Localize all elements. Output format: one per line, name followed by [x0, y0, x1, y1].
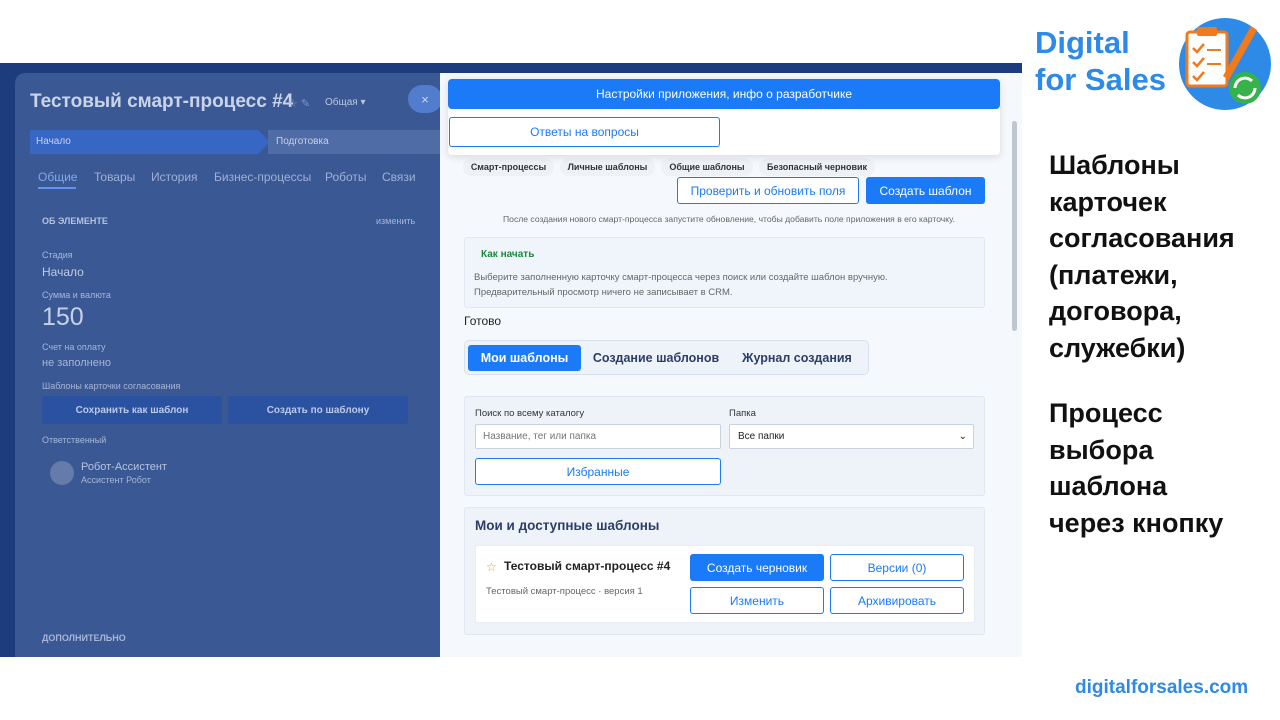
search-input[interactable] [475, 424, 721, 449]
tab-create-templates[interactable]: Создание шаблонов [587, 345, 725, 371]
how-to-line-1: Выберите заполненную карточку смарт-проц… [474, 272, 888, 283]
headline-1-line: договора, [1049, 296, 1182, 326]
tab-creation-log[interactable]: Журнал создания [732, 345, 862, 371]
headline-2-line: шаблона [1049, 471, 1168, 501]
template-card: ☆ Тестовый смарт-процесс #4 Тестовый сма… [475, 545, 975, 623]
scrollbar-thumb[interactable] [1012, 121, 1017, 331]
search-panel: Поиск по всему каталогу Папка Все папки … [464, 396, 985, 496]
chip-safe-draft[interactable]: Безопасный черновик [759, 158, 875, 176]
how-to-line-2: Предварительный просмотр ничего не запис… [474, 287, 733, 298]
favorites-button[interactable]: Избранные [475, 458, 721, 485]
how-to-title: Как начать [481, 249, 535, 260]
create-draft-button[interactable]: Создать черновик [690, 554, 824, 581]
create-template-button[interactable]: Создать шаблон [866, 177, 985, 204]
folder-select-value: Все папки [738, 431, 785, 442]
update-hint: После создания нового смарт-процесса зап… [503, 214, 955, 224]
templates-list-title: Мои и доступные шаблоны [475, 518, 660, 533]
headline-1-line: карточек [1049, 186, 1167, 217]
archive-button[interactable]: Архивировать [830, 587, 964, 614]
headline-2-line: выбора [1049, 434, 1154, 465]
brand-line-2: for Sales [1035, 62, 1166, 97]
chevron-down-icon: ⌄ [958, 431, 967, 442]
star-icon[interactable]: ☆ [486, 560, 497, 574]
how-to-start-box: Как начать Выберите заполненную карточку… [464, 237, 985, 308]
tab-my-templates[interactable]: Мои шаблоны [468, 345, 581, 371]
folder-label: Папка [729, 408, 756, 419]
headline-1-line: служебки) [1049, 332, 1186, 363]
status-text: Готово [464, 314, 502, 328]
chip-shared-templates[interactable]: Общие шаблоны [661, 158, 753, 176]
faq-button[interactable]: Ответы на вопросы [449, 117, 720, 147]
folder-select[interactable]: Все папки ⌄ [729, 424, 974, 449]
brand-name: Digital for Sales [1035, 24, 1166, 98]
search-label: Поиск по всему каталогу [475, 408, 585, 419]
chip-personal-templates[interactable]: Личные шаблоны [560, 158, 655, 176]
template-version: Тестовый смарт-процесс · версия 1 [486, 586, 643, 597]
headline-2-line: через кнопку [1049, 507, 1224, 538]
headline-1-line: Шаблоны [1049, 150, 1180, 180]
brand-line-1: Digital [1035, 25, 1130, 60]
slide: Тестовый смарт-процесс #4 ☆ ✎ Общая ▾ × … [0, 0, 1280, 720]
headline-templates: Шаблоны карточек согласования (платежи, … [1049, 147, 1235, 366]
website-link[interactable]: digitalforsales.com [1075, 677, 1248, 699]
templates-tabs: Мои шаблоны Создание шаблонов Журнал соз… [464, 340, 869, 375]
app-menu-dropdown: Настройки приложения, инфо о разработчик… [448, 79, 1000, 155]
templates-list-panel: Мои и доступные шаблоны ☆ Тестовый смарт… [464, 507, 985, 635]
headline-1-line: (платежи, [1049, 259, 1178, 290]
headline-process: Процесс выбора шаблона через кнопку [1049, 395, 1223, 541]
brand-logo-icon [1179, 18, 1271, 110]
chip-smart-processes[interactable]: Смарт-процессы [463, 158, 554, 176]
check-update-fields-button[interactable]: Проверить и обновить поля [677, 177, 859, 204]
headline-2-line: Процесс [1049, 398, 1163, 428]
template-name: Тестовый смарт-процесс #4 [504, 559, 671, 573]
headline-1-line: согласования [1049, 223, 1235, 253]
versions-button[interactable]: Версии (0) [830, 554, 964, 581]
settings-button[interactable]: Настройки приложения, инфо о разработчик… [448, 79, 1000, 109]
edit-button[interactable]: Изменить [690, 587, 824, 614]
